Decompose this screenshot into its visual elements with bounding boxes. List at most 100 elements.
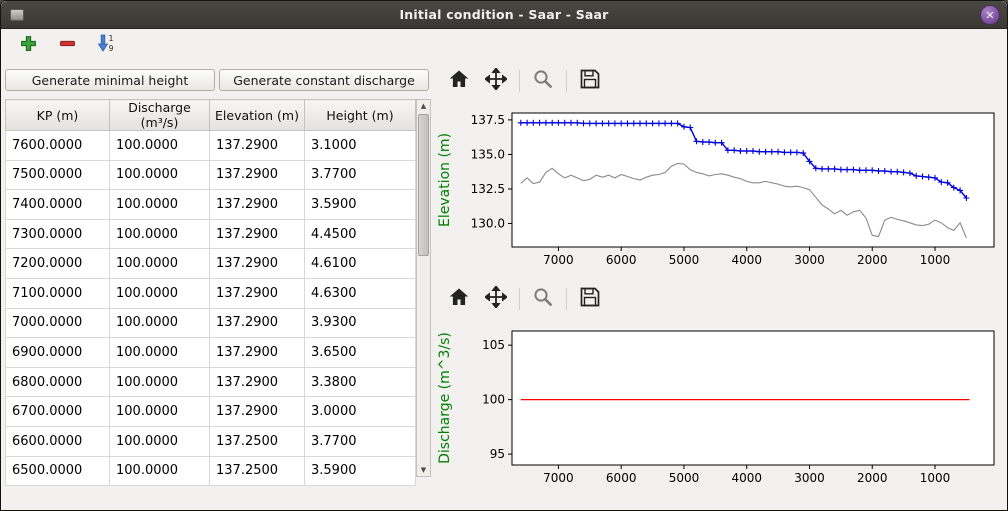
zoom-button[interactable] [529,286,557,313]
table-cell[interactable]: 137.2500 [210,426,305,456]
table-cell[interactable]: 7400.0000 [6,190,110,220]
window-title: Initial condition - Saar - Saar [1,7,1007,22]
titlebar: Initial condition - Saar - Saar ✕ [1,1,1007,29]
home-button[interactable] [445,68,473,95]
pan-button[interactable] [482,286,510,313]
scrollbar-thumb[interactable] [418,114,429,256]
plus-icon [20,35,37,56]
table-cell[interactable]: 6600.0000 [6,426,110,456]
generate-constant-discharge-button[interactable]: Generate constant discharge [219,69,429,91]
add-row-button[interactable] [16,33,40,57]
table-cell[interactable]: 3.7700 [305,160,416,190]
table-cell[interactable]: 100.0000 [110,219,210,249]
svg-text:3000: 3000 [794,253,825,267]
table-cell[interactable]: 137.2900 [210,338,305,368]
initial-condition-window: Initial condition - Saar - Saar ✕ [0,0,1008,511]
scrollbar-down-arrow[interactable]: ▼ [417,464,430,476]
table-cell[interactable]: 100.0000 [110,249,210,279]
table-cell[interactable]: 4.4500 [305,219,416,249]
svg-text:4000: 4000 [731,253,762,267]
zoom-button[interactable] [529,68,557,95]
column-header-height[interactable]: Height (m) [305,100,416,131]
table-row: 6700.0000100.0000137.29003.0000 [6,397,416,427]
scrollbar-up-arrow[interactable]: ▲ [417,100,430,112]
table-cell[interactable]: 3.0000 [305,397,416,427]
table-cell[interactable]: 3.9300 [305,308,416,338]
table-cell[interactable]: 7100.0000 [6,278,110,308]
table-cell[interactable]: 6700.0000 [6,397,110,427]
table-cell[interactable]: 137.2900 [210,308,305,338]
table-cell[interactable]: 3.5900 [305,456,416,486]
table-cell[interactable]: 137.2900 [210,131,305,161]
svg-text:1000: 1000 [920,471,951,485]
table-cell[interactable]: 3.1000 [305,131,416,161]
sort-button[interactable]: 1 9 [94,33,118,57]
table-cell[interactable]: 6500.0000 [6,456,110,486]
table-cell[interactable]: 100.0000 [110,397,210,427]
table-cell[interactable]: 100.0000 [110,278,210,308]
left-panel: Generate minimal height Generate constan… [1,61,433,511]
remove-row-button[interactable] [55,33,79,57]
svg-text:132.5: 132.5 [471,182,505,196]
table-cell[interactable]: 137.2900 [210,397,305,427]
table-cell[interactable]: 3.7700 [305,426,416,456]
svg-text:7000: 7000 [543,253,574,267]
table-row: 7000.0000100.0000137.29003.9300 [6,308,416,338]
table-cell[interactable]: 100.0000 [110,131,210,161]
table-cell[interactable]: 137.2900 [210,160,305,190]
table-cell[interactable]: 4.6100 [305,249,416,279]
table-cell[interactable]: 137.2900 [210,249,305,279]
table-cell[interactable]: 6800.0000 [6,367,110,397]
table-cell[interactable]: 3.5900 [305,190,416,220]
close-button[interactable]: ✕ [980,5,1000,25]
table-cell[interactable]: 100.0000 [110,456,210,486]
table-cell[interactable]: 7600.0000 [6,131,110,161]
generate-minimal-height-button[interactable]: Generate minimal height [5,69,215,91]
discharge-chart[interactable]: 700060005000400030002000100010510095Disc… [435,325,1001,491]
save-button[interactable] [576,286,604,313]
table-cell[interactable]: 7300.0000 [6,219,110,249]
save-icon [579,286,601,312]
table-cell[interactable]: 3.3800 [305,367,416,397]
svg-text:Elevation (m): Elevation (m) [437,133,453,227]
table-row: 7100.0000100.0000137.29004.6300 [6,278,416,308]
table-row: 7300.0000100.0000137.29004.4500 [6,219,416,249]
elevation-chart[interactable]: 7000600050004000300020001000137.5135.013… [435,107,1001,273]
svg-text:137.5: 137.5 [471,113,505,127]
column-header-elevation[interactable]: Elevation (m) [210,100,305,131]
table-cell[interactable]: 137.2500 [210,456,305,486]
table-cell[interactable]: 100.0000 [110,190,210,220]
table-body: 7600.0000100.0000137.29003.10007500.0000… [6,131,416,486]
save-button[interactable] [576,68,604,95]
table-cell[interactable]: 137.2900 [210,367,305,397]
toolbar-separator [566,70,567,92]
svg-text:105: 105 [482,338,505,352]
table-cell[interactable]: 100.0000 [110,308,210,338]
table-cell[interactable]: 7500.0000 [6,160,110,190]
table-cell[interactable]: 6900.0000 [6,338,110,368]
table-cell[interactable]: 100.0000 [110,367,210,397]
table-cell[interactable]: 7200.0000 [6,249,110,279]
table-row: 7500.0000100.0000137.29003.7700 [6,160,416,190]
table-cell[interactable]: 4.6300 [305,278,416,308]
svg-text:4000: 4000 [731,471,762,485]
table-cell[interactable]: 137.2900 [210,278,305,308]
table-cell[interactable]: 137.2900 [210,190,305,220]
table-cell[interactable]: 7000.0000 [6,308,110,338]
table-scrollbar[interactable]: ▲ ▼ [416,99,431,477]
column-header-kp[interactable]: KP (m) [6,100,110,131]
svg-text:7000: 7000 [543,471,574,485]
pan-button[interactable] [482,68,510,95]
table-cell[interactable]: 100.0000 [110,338,210,368]
table-cell[interactable]: 3.6500 [305,338,416,368]
close-icon: ✕ [985,10,994,21]
sort-icon: 1 9 [96,33,116,57]
table-row: 6500.0000100.0000137.25003.5900 [6,456,416,486]
table-cell[interactable]: 100.0000 [110,426,210,456]
svg-text:95: 95 [490,447,505,461]
table-cell[interactable]: 137.2900 [210,219,305,249]
home-button[interactable] [445,286,473,313]
column-header-discharge[interactable]: Discharge (m³/s) [110,100,210,131]
toolbar-separator [519,288,520,310]
table-cell[interactable]: 100.0000 [110,160,210,190]
